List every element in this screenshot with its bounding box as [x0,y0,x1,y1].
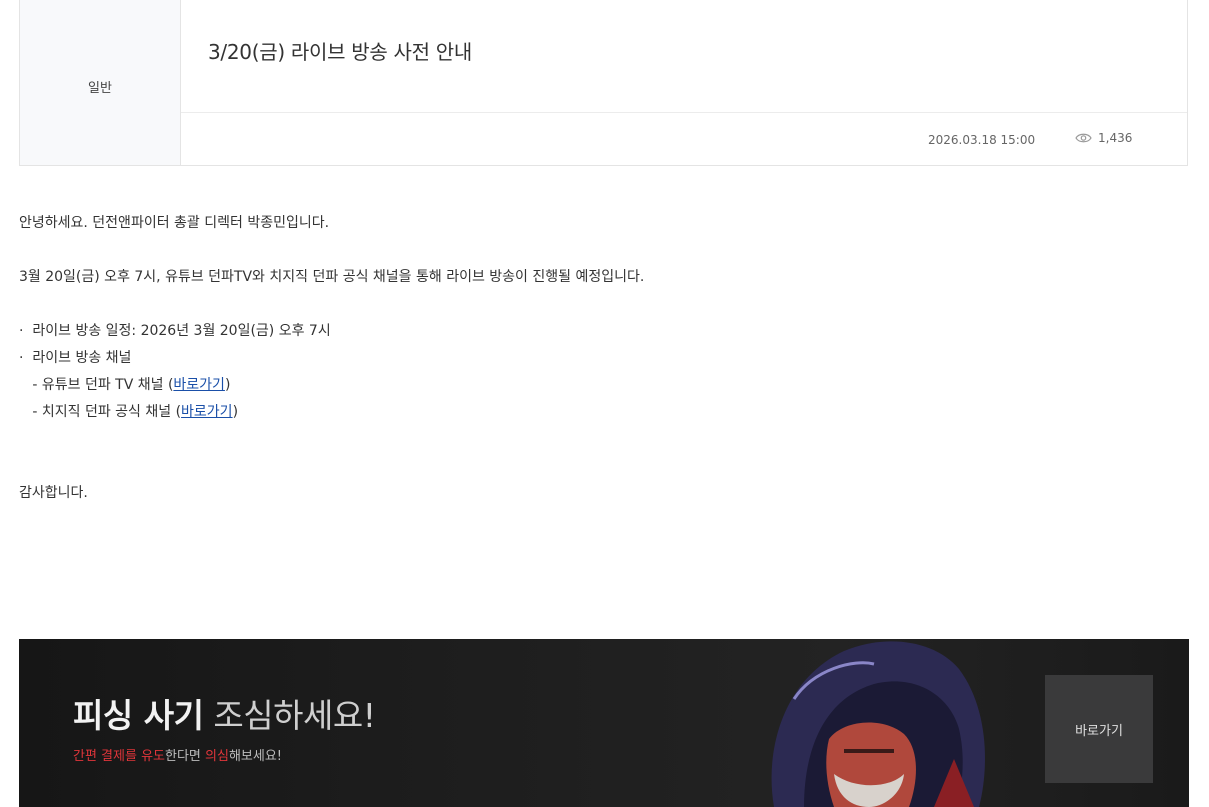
view-count: 1,436 [1075,131,1132,145]
divider [181,112,1187,113]
greeting-text: 안녕하세요. 던전앤파이터 총괄 디렉터 박종민입니다. [19,215,330,231]
view-count-value: 1,436 [1098,131,1133,145]
schedule-text: · 라이브 방송 일정: 2026년 3월 20일(금) 오후 7시 [19,323,331,339]
post-title: 3/20(금) 라이브 방송 사전 안내 [208,40,472,64]
banner-subtitle: 간편 결제를 유도한다면 의심해보세요! [73,749,282,764]
banner-goto-button[interactable]: 바로가기 [1045,675,1153,783]
character-illustration [771,641,985,807]
post-body: 안녕하세요. 던전앤파이터 총괄 디렉터 박종민입니다. 3월 20일(금) 오… [19,210,644,507]
thanks-text: 감사합니다. [19,485,88,501]
chzzk-link[interactable]: 바로가기 [181,404,233,420]
youtube-line: - 유튜브 던파 TV 채널 (바로가기) [19,377,231,393]
post-date: 2026.03.18 15:00 [928,133,1036,147]
eye-icon [1075,133,1092,143]
post-category: 일반 [20,0,181,165]
channels-label: · 라이브 방송 채널 [19,350,132,366]
youtube-link[interactable]: 바로가기 [173,377,225,393]
phishing-banner: 피싱 사기 조심하세요! 간편 결제를 유도한다면 의심해보세요! 바로가기 [19,639,1189,807]
chzzk-line: - 치지직 던파 공식 채널 (바로가기) [19,404,239,420]
banner-title: 피싱 사기 조심하세요! [73,696,376,735]
intro-text: 3월 20일(금) 오후 7시, 유튜브 던파TV와 치지직 던파 공식 채널을… [19,269,645,285]
